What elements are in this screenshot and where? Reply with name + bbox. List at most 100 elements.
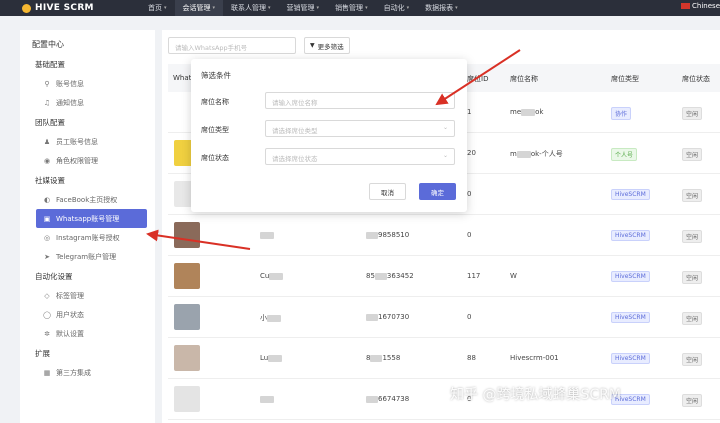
avatar [174, 386, 200, 412]
nav-item-6[interactable]: 数据报表 ▾ [417, 0, 466, 16]
sidebar-item[interactable]: ⚲ 账号信息 [20, 74, 155, 93]
phone-suffix: 9858510 [378, 231, 410, 239]
caret-down-icon: ▾ [164, 5, 167, 11]
seat-status-tag: 空闲 [682, 353, 703, 366]
user-icon: ⚲ [44, 79, 50, 88]
sidebar-item-label: 通知信息 [56, 98, 84, 107]
team-icon: ♟ [43, 137, 51, 146]
sidebar-item-label: Whatsapp账号管理 [56, 214, 120, 223]
seat-status-tag: 空闲 [682, 148, 703, 161]
contact-name: 小 [260, 313, 281, 323]
more-filter-label: 更多筛选 [317, 42, 344, 51]
seat-id: 88 [467, 354, 476, 362]
seat-status-select[interactable]: 请选择席位状态 ⌄ [265, 148, 455, 165]
nav-item-0[interactable]: 首页 ▾ [140, 0, 175, 16]
seat-name-suffix: ok-个人号 [530, 150, 563, 158]
config-sidebar: 配置中心 基础配置 ⚲ 账号信息 ♫ 通知信息 团队配置 ♟ 员工账号信息 ◉ 角色权限管理 社媒设… [20, 30, 155, 423]
header-seat-id: 席位ID [467, 75, 489, 83]
seat-id: 20 [467, 149, 476, 157]
redacted-block [268, 354, 283, 362]
search-input[interactable]: 请输入WhatsApp手机号 [168, 37, 296, 54]
language-switch[interactable]: Chinese [681, 2, 720, 10]
redacted-block [267, 314, 281, 322]
confirm-button[interactable]: 确定 [419, 183, 456, 200]
seat-name: me ok [510, 108, 543, 116]
avatar [174, 263, 200, 289]
seat-id: 0 [467, 190, 472, 198]
table-row[interactable]: Lu 8 1558 88 Hivescrm-001 HiveSCRM 空闲 [168, 338, 720, 379]
caret-down-icon: ▾ [365, 5, 368, 11]
chevron-down-icon: ⌄ [442, 152, 448, 159]
sidebar-item[interactable]: ◯ 用户状态 [20, 305, 155, 324]
seat-name-suffix: ok [535, 108, 544, 116]
seat-type-tag: HiveSCRM [611, 189, 650, 200]
nav-item-3[interactable]: 营销管理 ▾ [279, 0, 328, 16]
sidebar-item[interactable]: ◉ 角色权限管理 [20, 151, 155, 170]
tag-icon: ◇ [44, 291, 50, 300]
filter-icon: ▼ [310, 42, 315, 49]
seat-status-tag: 空闲 [682, 230, 703, 243]
table-row[interactable]: 6674738 0 HiveSCRM 空闲 [168, 379, 720, 420]
watermark: 知乎 @跨境私域蜂巢SCRM [450, 387, 621, 403]
sidebar-item-label: 第三方集成 [56, 368, 91, 377]
chevron-down-icon: ⌄ [442, 124, 448, 131]
whatsapp-icon: ▣ [43, 214, 51, 223]
table-row[interactable]: Cu 85 363452 117 W HiveSCRM 空闲 [168, 256, 720, 297]
nav-item-1[interactable]: 会话管理 ▾ [174, 0, 224, 16]
top-nav-bar: HIVE SCRM 首页 ▾ 会话管理 ▾ 联系人管理 ▾ 营销管理 ▾ 销售管理 ▾ 自动化 ▾ 数据… [0, 0, 720, 16]
modal-title: 筛选条件 [201, 71, 231, 80]
sidebar-item-label: 角色权限管理 [56, 156, 98, 165]
sidebar-item[interactable]: ◇ 标签管理 [20, 286, 155, 305]
sidebar-group: 团队配置 [35, 117, 65, 127]
app-logo[interactable]: HIVE SCRM [0, 0, 140, 16]
caret-down-icon: ▾ [316, 5, 320, 11]
redacted-block [521, 108, 536, 116]
cancel-button[interactable]: 取消 [369, 183, 406, 200]
seat-name: m ok-个人号 [510, 149, 563, 159]
seat-type-placeholder: 请选择席位类型 [272, 127, 318, 135]
avatar [174, 304, 200, 330]
caret-down-icon: ▾ [212, 5, 216, 11]
header-whatsapp: What [173, 74, 192, 82]
phone-number: 8 1558 [366, 354, 400, 362]
sidebar-item[interactable]: ▦ 第三方集成 [20, 363, 155, 382]
table-row[interactable]: 小 1670730 0 HiveSCRM 空闲 [168, 297, 720, 338]
sidebar-item[interactable]: ♫ 通知信息 [20, 93, 155, 112]
sidebar-item[interactable]: ▣ Whatsapp账号管理 [36, 209, 147, 228]
sidebar-item[interactable]: ♟ 员工账号信息 [20, 132, 155, 151]
logo-text: HIVE SCRM [35, 3, 94, 13]
toolbar: 请输入WhatsApp手机号 ▼ 更多筛选 [168, 37, 350, 54]
phone-number: 9858510 [366, 231, 409, 239]
seat-name-input[interactable]: 请输入席位名称 [265, 92, 455, 109]
china-flag-icon [681, 3, 691, 9]
sidebar-item[interactable]: ◎ Instagram账号授权 [20, 228, 155, 247]
caret-down-icon: ▾ [268, 5, 271, 11]
nav-item-5[interactable]: 自动化 ▾ [376, 0, 418, 16]
seat-status-label: 席位状态 [201, 154, 229, 162]
seat-type-tag: HiveSCRM [611, 353, 650, 364]
more-filter-button[interactable]: ▼ 更多筛选 [304, 37, 350, 54]
nav-item-2[interactable]: 联系人管理 ▾ [223, 0, 279, 16]
sidebar-group: 社媒设置 [35, 175, 65, 185]
redacted-block [516, 150, 531, 158]
sidebar-item[interactable]: ✲ 默认设置 [20, 324, 155, 343]
seat-status-tag: 空闲 [682, 271, 703, 284]
redacted-block [260, 231, 274, 239]
role-icon: ◉ [43, 156, 51, 165]
caret-down-icon: ▾ [406, 5, 410, 11]
language-label: Chinese [692, 2, 720, 10]
seat-type-select[interactable]: 请选择席位类型 ⌄ [265, 120, 455, 137]
seat-name-prefix: Hivescrm-001 [510, 354, 559, 362]
sidebar-item[interactable]: ➤ Telegram账户管理 [20, 247, 155, 266]
redacted-block [374, 272, 387, 280]
filter-modal: 筛选条件 席位名称 请输入席位名称 席位类型 请选择席位类型 ⌄ 席位状态 请选… [191, 59, 467, 212]
redacted-block [370, 354, 383, 362]
nav-item-4[interactable]: 销售管理 ▾ [327, 0, 376, 16]
header-seat-name: 席位名称 [510, 75, 538, 83]
seat-status-tag: 空闲 [682, 394, 703, 407]
header-seat-status: 席位状态 [682, 75, 710, 83]
sidebar-item[interactable]: ◐ FaceBook主页授权 [20, 190, 155, 209]
nav-item-label: 首页 [148, 4, 162, 12]
table-row[interactable]: 9858510 0 HiveSCRM 空闲 [168, 215, 720, 256]
seat-status-tag: 空闲 [682, 312, 703, 325]
